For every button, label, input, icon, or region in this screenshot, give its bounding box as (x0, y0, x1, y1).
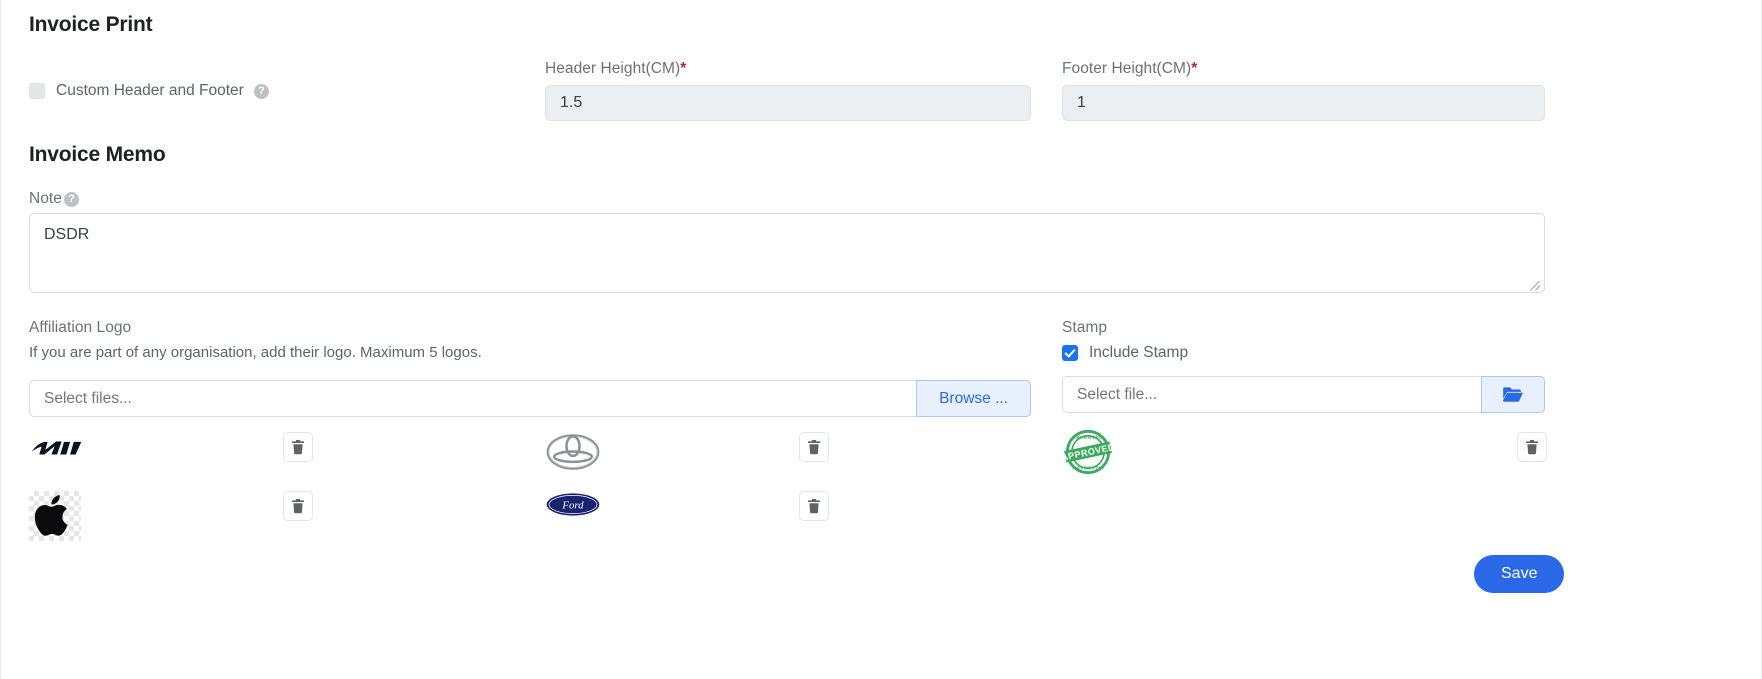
affiliation-logo-label: Affiliation Logo (29, 319, 132, 336)
trash-icon (1525, 439, 1539, 455)
trash-icon (807, 439, 821, 455)
delete-apple-logo-button[interactable] (283, 491, 313, 521)
delete-stamp-button[interactable] (1517, 432, 1547, 462)
affiliation-logo-hint: If you are part of any organisation, add… (29, 344, 482, 361)
trash-icon (291, 439, 305, 455)
invoice-settings-panel: Invoice Print Custom Header and Footer ?… (0, 0, 1762, 679)
footer-height-label: Footer Height(CM)* (1062, 60, 1197, 78)
stamp-browse-button[interactable] (1481, 376, 1545, 413)
custom-header-footer-row[interactable]: Custom Header and Footer ? (29, 82, 269, 100)
affiliation-logo-filepicker[interactable]: Browse ... (29, 380, 1031, 417)
section-title-invoice-memo: Invoice Memo (29, 143, 166, 166)
affiliation-logo-file-input[interactable] (29, 380, 917, 417)
affiliation-logo-browse-button[interactable]: Browse ... (916, 380, 1031, 417)
stamp-label: Stamp (1062, 319, 1108, 336)
custom-header-footer-label: Custom Header and Footer (56, 82, 244, 99)
note-label: Note? (29, 190, 79, 208)
approved-stamp: APPROVED APPROVED APPROVED (1060, 428, 1116, 476)
section-title-invoice-print: Invoice Print (29, 13, 153, 36)
toyota-logo (546, 434, 600, 470)
svg-text:Ford: Ford (561, 500, 584, 512)
header-height-required-marker: * (680, 60, 687, 77)
header-height-input[interactable] (545, 85, 1031, 121)
footer-height-required-marker: * (1191, 60, 1198, 77)
save-button[interactable]: Save (1474, 555, 1565, 593)
delete-kia-logo-button[interactable] (283, 432, 313, 462)
stamp-file-input[interactable] (1062, 376, 1481, 413)
footer-height-input[interactable] (1062, 85, 1545, 121)
header-height-label: Header Height(CM)* (545, 60, 686, 78)
help-circle-icon[interactable]: ? (253, 83, 269, 99)
note-label-text: Note (29, 190, 62, 207)
include-stamp-row[interactable]: Include Stamp (1062, 344, 1188, 362)
help-circle-icon[interactable]: ? (63, 192, 79, 207)
footer-height-label-text: Footer Height(CM) (1062, 60, 1192, 77)
trash-icon (291, 498, 305, 514)
delete-toyota-logo-button[interactable] (799, 432, 829, 462)
note-textarea[interactable] (29, 213, 1545, 293)
svg-text:APPROVED: APPROVED (1073, 465, 1103, 470)
include-stamp-checkbox[interactable] (1062, 345, 1078, 361)
include-stamp-label: Include Stamp (1089, 344, 1189, 361)
folder-open-icon (1502, 386, 1524, 403)
stamp-filepicker[interactable] (1062, 376, 1545, 413)
custom-header-footer-checkbox[interactable] (29, 83, 45, 99)
header-height-label-text: Header Height(CM) (545, 60, 681, 77)
apple-logo (29, 491, 81, 541)
trash-icon (807, 498, 821, 514)
svg-text:APPROVED: APPROVED (1073, 435, 1103, 440)
kia-logo (29, 432, 85, 464)
delete-ford-logo-button[interactable] (799, 491, 829, 521)
ford-logo: Ford (546, 492, 600, 517)
